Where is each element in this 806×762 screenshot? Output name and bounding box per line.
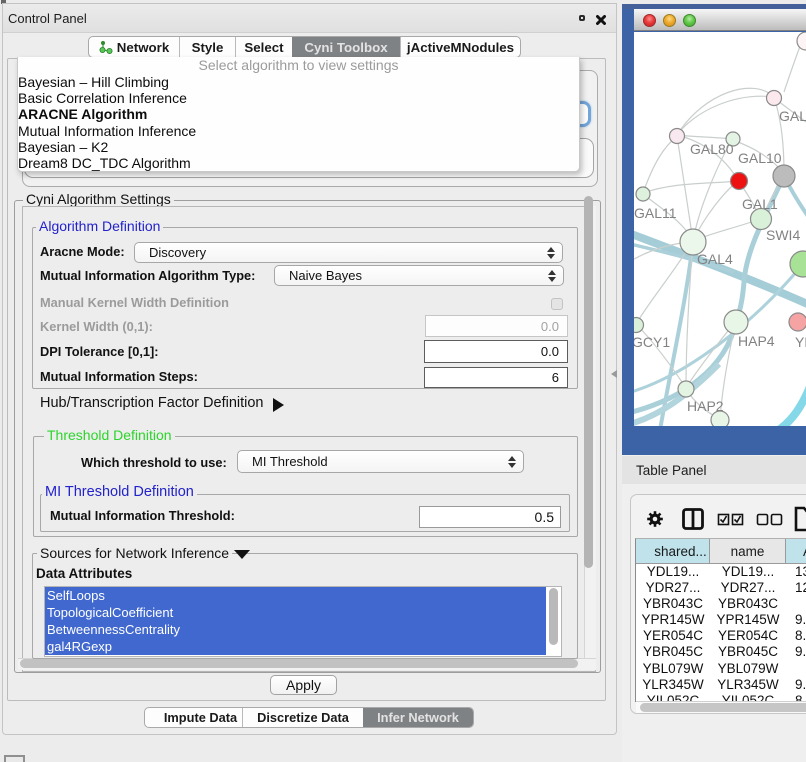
svg-text:GAL7: GAL7 [779, 108, 806, 124]
svg-text:GAL11: GAL11 [634, 205, 677, 221]
svg-text:YM: YM [795, 334, 806, 350]
svg-text:GAL4: GAL4 [697, 251, 733, 267]
svg-text:HAP2: HAP2 [687, 398, 724, 414]
svg-text:HAP4: HAP4 [738, 333, 775, 349]
svg-text:GAL1: GAL1 [742, 196, 778, 212]
svg-text:GAL80: GAL80 [690, 141, 734, 157]
svg-text:SWI4: SWI4 [766, 227, 800, 243]
svg-text:GAL10: GAL10 [738, 150, 782, 166]
svg-text:GCY1: GCY1 [634, 334, 670, 350]
